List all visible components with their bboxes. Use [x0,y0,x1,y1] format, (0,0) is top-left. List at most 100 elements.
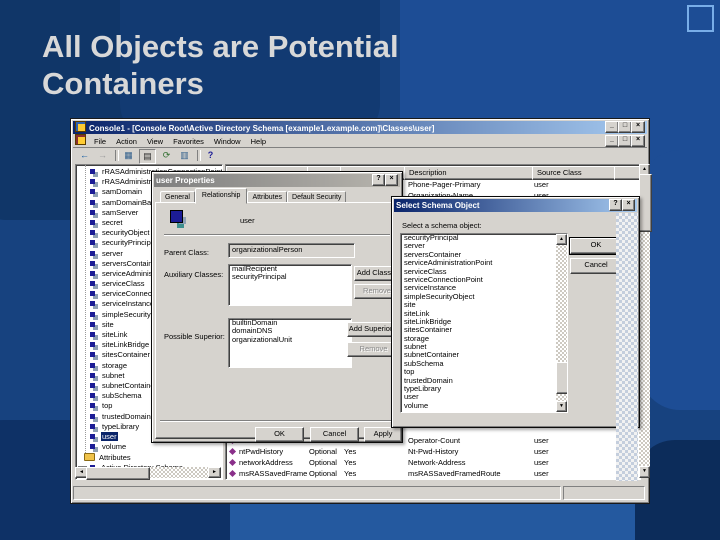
class-icon [90,342,95,348]
statusbar [73,484,647,500]
class-icon [90,393,95,399]
dialog-tab[interactable]: Relationship [194,188,248,204]
dialog-help-button[interactable]: ? [372,174,385,186]
dialog-titlebar[interactable]: Select Schema Object [394,199,637,212]
class-icon [90,423,95,429]
listbox-item[interactable]: securityPrincipal [229,272,351,281]
window-titlebar[interactable]: Console1 - [Console Root\Active Director… [73,121,647,134]
menu-item[interactable]: Action [111,135,142,148]
properties-icon[interactable]: ▤ [139,149,156,164]
attribute-icon [228,458,237,467]
export-list-icon[interactable]: ▥ [177,149,192,162]
possible-superior-listbox[interactable]: builtinDomain domainDNS organizationalUnit [228,318,352,368]
select-schema-label: Select a schema object: [402,221,482,230]
select-schema-object-dialog: Select Schema Object ? × Select a schema… [391,196,640,428]
menu-item[interactable]: File [89,135,111,148]
show-tree-icon[interactable]: ▦ [121,149,136,162]
child-window-icon [75,134,86,145]
scroll-right-icon[interactable]: ► [208,467,221,478]
parent-class-label: Parent Class: [164,248,210,257]
dialog-help-button[interactable]: ? [609,199,622,211]
attribute-icon [228,469,237,478]
tree-item-attributes[interactable]: Attributes [84,453,131,463]
column-header-description[interactable]: Description [404,166,538,180]
class-icon [90,413,95,419]
list-vertical-scrollbar[interactable]: ▲ ▼ [639,164,652,478]
menu-item[interactable]: Help [246,135,271,148]
column-header-filler[interactable] [614,166,640,180]
listbox-item[interactable]: volume [401,401,556,410]
child-minimize-button[interactable]: _ [605,135,619,147]
dialog-titlebar[interactable]: user Properties [154,174,400,187]
toolbar-separator [115,150,119,161]
menubar: File Action View Favorites Window Help _ □ × [73,134,647,148]
class-icon [90,260,95,266]
list-row[interactable]: msRASSavedFramedIPAddress Optional Yes m… [226,479,640,480]
help-icon[interactable]: ? [203,149,218,162]
listbox-item[interactable]: organizationalUnit [229,335,351,344]
close-button[interactable]: × [631,121,645,133]
window-title: Console1 - [Console Root\Active Director… [89,124,435,133]
list-row[interactable]: msRASSavedFramedRoute Optional Yes msRAS… [226,468,640,479]
schema-object-listbox[interactable]: securityPrincipal server serversContainer s… [400,233,568,413]
menu-item[interactable]: Window [209,135,246,148]
ok-button[interactable]: OK [569,237,623,255]
column-header-source-class[interactable]: Source Class [532,166,620,180]
status-pane [73,486,561,500]
scroll-down-icon[interactable]: ▼ [639,466,650,478]
tree-item[interactable]: volume [76,442,222,452]
class-icon [90,362,95,368]
toolbar: ← → ▦ ▤ ⟳ ▥ ? [73,148,647,165]
list-row[interactable]: networkAddress Optional Yes Network-Addr… [226,457,640,468]
tree-horizontal-scrollbar[interactable]: ◄ ► [75,467,221,480]
class-icon [90,189,95,195]
class-icon [90,179,95,185]
class-icon [90,403,95,409]
forward-icon[interactable]: → [95,149,110,162]
cancel-button[interactable]: Cancel [310,427,359,442]
corner-decoration [687,5,714,32]
scroll-down-icon[interactable]: ▼ [556,401,567,412]
class-icon [90,270,95,276]
maximize-button[interactable]: □ [618,121,632,133]
class-icon [90,372,95,378]
class-icon [90,291,95,297]
class-icon [90,301,95,307]
apply-button[interactable]: Apply [364,427,402,442]
class-icon [90,281,95,287]
attribute-icon [228,447,237,456]
listbox-item[interactable]: typeLibrary [401,384,556,393]
separator [164,234,390,236]
listbox-item[interactable]: simpleSecurityObject [401,292,556,301]
minimize-button[interactable]: _ [605,121,619,133]
ok-button[interactable]: OK [255,427,304,442]
dialog-close-button[interactable]: × [622,199,635,211]
scroll-up-icon[interactable]: ▲ [556,234,567,245]
class-icon [90,321,95,327]
menu-items: File Action View Favorites Window Help [89,137,271,146]
listbox-scrollbar[interactable]: ▲ ▼ [556,234,567,412]
back-icon[interactable]: ← [77,149,92,162]
dialog-close-button[interactable]: × [385,174,398,186]
user-properties-dialog: user Properties ? × General Relationship A… [151,171,403,443]
cancel-button[interactable]: Cancel [570,258,622,274]
class-icon [90,219,95,225]
menu-item[interactable]: View [142,135,168,148]
auxiliary-classes-listbox[interactable]: mailRecipient securityPrincipal [228,264,352,306]
parent-class-field[interactable]: organizationalPerson [228,243,355,258]
scrollbar-thumb[interactable] [86,467,150,480]
menu-item[interactable]: Favorites [168,135,209,148]
mmc-console-window: Console1 - [Console Root\Active Director… [70,118,652,504]
refresh-icon[interactable]: ⟳ [159,149,174,162]
class-icon [90,332,95,337]
scrollbar-thumb[interactable] [556,362,567,394]
child-restore-button[interactable]: □ [618,135,632,147]
child-close-button[interactable]: × [631,135,645,147]
class-icon [90,352,95,358]
class-icon [90,250,95,256]
list-row[interactable]: ntPwdHistory Optional Yes Nt-Pwd-History… [226,446,640,457]
status-pane [563,486,645,500]
console-icon [75,121,86,132]
scrollbar-thumb[interactable] [639,174,652,232]
listbox-item[interactable]: subSchema [401,359,556,368]
